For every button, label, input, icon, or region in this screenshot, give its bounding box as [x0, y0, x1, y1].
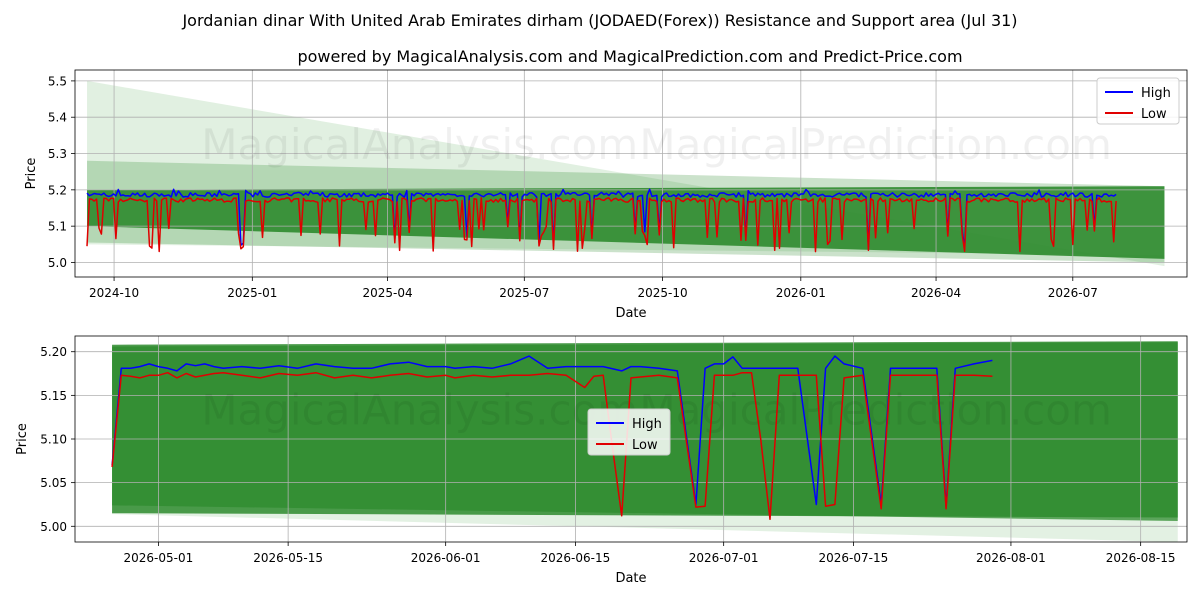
chart-title: Jordanian dinar With United Arab Emirate… — [181, 11, 1017, 30]
legend-label-high: High — [632, 417, 662, 432]
chart-subtitle: powered by MagicalAnalysis.com and Magic… — [297, 47, 962, 66]
x-tick-label: 2025-10 — [637, 286, 687, 300]
x-tick-label: 2026-08-15 — [1106, 551, 1176, 565]
watermark-analysis: MagicalAnalysis.com — [201, 386, 638, 435]
legend: High Low — [1096, 77, 1180, 125]
x-tick-label: 2026-07 — [1048, 286, 1098, 300]
y-tick-label: 5.15 — [40, 389, 67, 403]
x-axis-label: Date — [615, 571, 646, 586]
x-tick-label: 2025-04 — [362, 286, 412, 300]
y-axis-label: Price — [15, 423, 30, 455]
y-tick-label: 5.20 — [40, 345, 67, 359]
legend-box — [587, 408, 671, 456]
y-tick-label: 5.0 — [48, 256, 67, 270]
x-tick-label: 2026-07-01 — [689, 551, 759, 565]
x-tick-label: 2026-06-01 — [411, 551, 481, 565]
x-tick-label: 2026-04 — [911, 286, 961, 300]
y-tick-label: 5.05 — [40, 476, 67, 490]
y-tick-label: 5.5 — [48, 74, 67, 88]
x-tick-label: 2026-07-15 — [819, 551, 889, 565]
x-tick-label: 2026-05-15 — [253, 551, 323, 565]
x-tick-label: 2024-10 — [89, 286, 139, 300]
watermark-analysis: MagicalAnalysis.com — [201, 120, 638, 169]
y-tick-label: 5.2 — [48, 183, 67, 197]
x-axis-label: Date — [615, 306, 646, 321]
legend-label-low: Low — [1141, 107, 1167, 122]
legend-label-low: Low — [632, 438, 658, 453]
x-tick-label: 2026-05-01 — [124, 551, 194, 565]
x-tick-label: 2026-01 — [776, 286, 826, 300]
y-tick-label: 5.4 — [48, 111, 67, 125]
y-axis-label: Price — [24, 158, 39, 190]
legend: High Low — [587, 408, 671, 456]
y-tick-label: 5.1 — [48, 220, 67, 234]
x-tick-label: 2025-07 — [499, 286, 549, 300]
legend-box — [1096, 77, 1180, 125]
watermark-prediction: MagicalPrediction.com — [639, 120, 1112, 169]
y-tick-label: 5.10 — [40, 433, 67, 447]
y-tick-label: 5.3 — [48, 147, 67, 161]
x-tick-label: 2026-06-15 — [541, 551, 611, 565]
legend-label-high: High — [1141, 86, 1171, 101]
chart: Jordanian dinar With United Arab Emirate… — [0, 0, 1200, 600]
x-tick-label: 2026-08-01 — [976, 551, 1046, 565]
x-tick-label: 2025-01 — [227, 286, 277, 300]
y-tick-label: 5.00 — [40, 520, 67, 534]
